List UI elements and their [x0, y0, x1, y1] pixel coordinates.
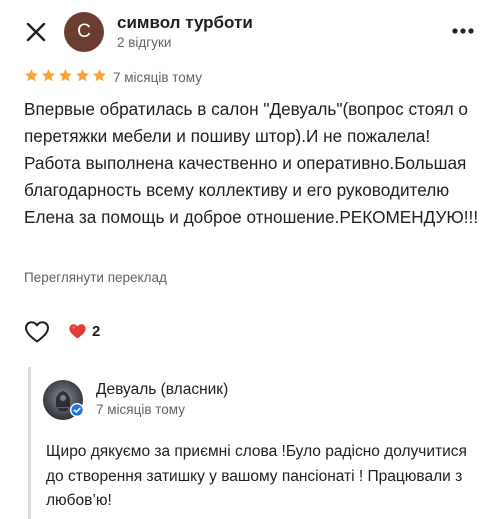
owner-avatar[interactable]: [43, 380, 84, 420]
star-rating: [24, 68, 107, 83]
heart-outline-icon: [25, 321, 49, 343]
more-options-button[interactable]: [450, 24, 476, 38]
star-icon: [59, 69, 72, 82]
close-button[interactable]: [22, 18, 50, 46]
star-icon: [25, 69, 38, 82]
owner-reply-text: Щиро дякуємо за приємні слова !Було раді…: [46, 443, 467, 509]
reviewer-reviews-count: 2 відгуки: [117, 35, 172, 50]
reply-divider: [28, 367, 31, 519]
review-time: 7 місяців тому: [113, 70, 202, 85]
star-icon: [93, 69, 106, 82]
reaction-counter[interactable]: 2: [68, 323, 100, 340]
avatar-letter: С: [77, 21, 91, 42]
reviewer-avatar[interactable]: С: [64, 12, 104, 52]
close-icon: [26, 22, 46, 42]
red-heart-icon: [69, 324, 86, 339]
reviewer-name[interactable]: символ турботи: [117, 13, 253, 33]
see-translation-link[interactable]: Переглянути переклад: [24, 270, 167, 285]
star-icon: [42, 69, 55, 82]
like-button[interactable]: [24, 320, 50, 344]
owner-name[interactable]: Девуаль (власник): [96, 381, 228, 399]
owner-logo-icon: [43, 380, 84, 420]
review-text: Впервые обратилась в салон "Девуаль"(воп…: [24, 99, 479, 227]
verified-check-icon: [71, 404, 83, 416]
star-icon: [76, 69, 89, 82]
reaction-count: 2: [92, 323, 101, 340]
more-vert-icon: [452, 28, 474, 34]
owner-reply-time: 7 місяців тому: [96, 402, 185, 417]
